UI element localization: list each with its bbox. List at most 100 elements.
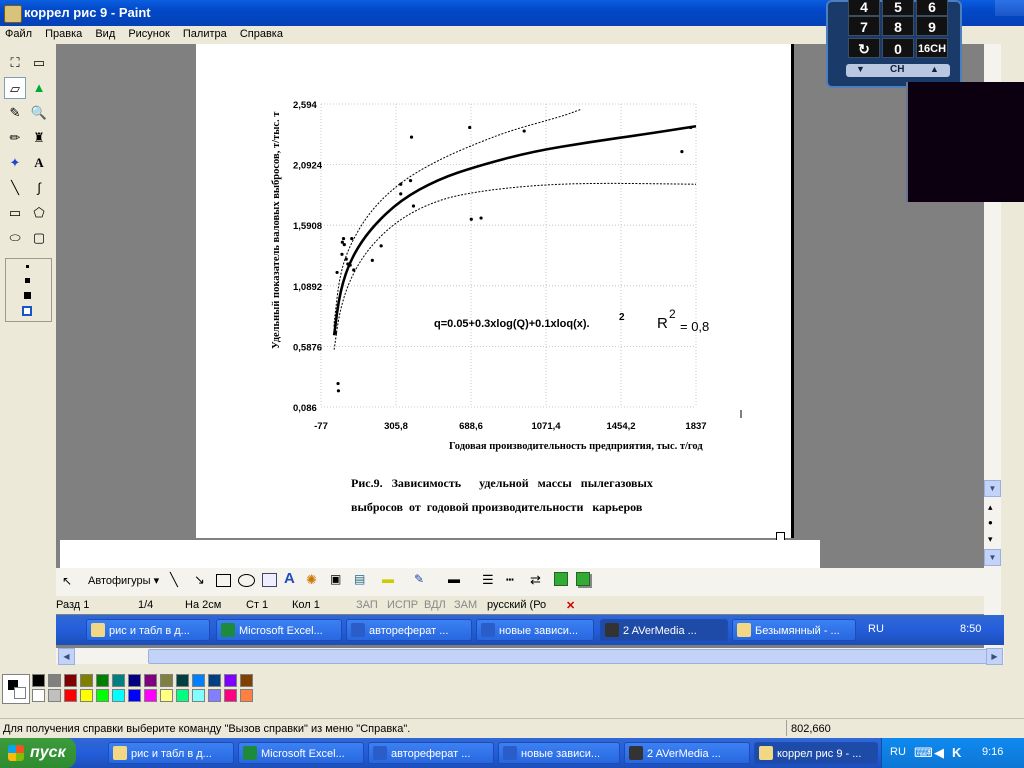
eraser-size-2[interactable] [25, 278, 30, 283]
palette-color-swatch[interactable] [208, 674, 221, 687]
palette-color-swatch[interactable] [48, 674, 61, 687]
pencil-tool[interactable]: ✏ [4, 127, 26, 149]
scroll-left-button[interactable]: ◀ [58, 648, 75, 665]
status-ovr[interactable]: ЗАМ [454, 599, 477, 611]
status-rec[interactable]: ЗАП [356, 599, 378, 611]
magnifier-tool[interactable]: 🔍 [28, 102, 50, 124]
language-indicator[interactable]: RU [890, 746, 906, 758]
task-avermedia[interactable]: 2 AVerMedia ... [624, 742, 750, 764]
eraser-tool[interactable]: ▱ [4, 77, 26, 99]
palette-color-swatch[interactable] [144, 674, 157, 687]
inner-task-excel[interactable]: Microsoft Excel... [216, 619, 342, 641]
rect-select-tool[interactable]: ▭ [28, 52, 50, 74]
palette-color-swatch[interactable] [176, 674, 189, 687]
clipart-icon[interactable]: ▣ [330, 572, 341, 586]
ellipse-tool[interactable]: ⬭ [4, 227, 26, 249]
menu-edit[interactable]: Правка [40, 26, 87, 40]
remote-key-6[interactable]: 6 [916, 0, 948, 16]
horizontal-scrollbar[interactable]: ◀ ▶ [56, 648, 1004, 665]
spelling-status-icon[interactable]: ✕ [566, 599, 575, 612]
select-arrow-icon[interactable]: ↖ [62, 574, 72, 588]
menu-colors[interactable]: Палитра [178, 26, 232, 40]
line-tool[interactable]: ╲ [4, 177, 26, 199]
palette-color-swatch[interactable] [192, 674, 205, 687]
airbrush-tool[interactable]: ✦ [4, 152, 26, 174]
remote-key-8[interactable]: 8 [882, 16, 914, 36]
palette-color-swatch[interactable] [32, 674, 45, 687]
autoshapes-menu[interactable]: Автофигуры ▾ [88, 574, 159, 587]
task-excel[interactable]: Microsoft Excel... [238, 742, 364, 764]
free-select-tool[interactable]: ⛶ [4, 52, 26, 74]
font-color-icon[interactable]: ▬ [448, 572, 460, 586]
inner-task-paint[interactable]: Безымянный - ... [732, 619, 856, 641]
palette-color-swatch[interactable] [128, 689, 141, 702]
inner-task-word-1[interactable]: автореферат ... [346, 619, 472, 641]
scroll-down-button-2[interactable]: ▼ [984, 549, 1001, 566]
color-picker-tool[interactable]: ✎ [4, 102, 26, 124]
inner-task-folder[interactable]: рис и табл в д... [86, 619, 210, 641]
rectangle-tool[interactable]: ▭ [4, 202, 26, 224]
remote-key-5[interactable]: 5 [882, 0, 914, 16]
task-word-2[interactable]: новые зависи... [498, 742, 620, 764]
back-icon[interactable]: ◀ [934, 745, 944, 761]
palette-color-swatch[interactable] [208, 689, 221, 702]
prev-page-icon[interactable]: ▴ [988, 502, 993, 513]
palette-color-swatch[interactable] [240, 674, 253, 687]
next-page-icon[interactable]: ▾ [988, 534, 993, 545]
inner-language-indicator[interactable]: RU [868, 623, 884, 635]
brush-tool[interactable]: ♜ [28, 127, 50, 149]
remote-key-7[interactable]: 7 [848, 16, 880, 36]
paint-app-icon[interactable] [4, 5, 22, 23]
palette-color-swatch[interactable] [240, 689, 253, 702]
line-style-icon[interactable]: ☰ [482, 572, 494, 588]
menu-view[interactable]: Вид [90, 26, 120, 40]
task-word-1[interactable]: автореферат ... [368, 742, 494, 764]
palette-color-swatch[interactable] [32, 689, 45, 702]
status-ext[interactable]: ВДЛ [424, 599, 446, 611]
video-preview-window[interactable] [906, 82, 1024, 202]
palette-color-swatch[interactable] [112, 674, 125, 687]
shadow-icon[interactable] [554, 572, 568, 586]
browse-object-icon[interactable]: ● [988, 518, 993, 527]
menu-help[interactable]: Справка [235, 26, 288, 40]
palette-color-swatch[interactable] [160, 674, 173, 687]
text-tool[interactable]: A [28, 152, 50, 174]
fill-color-icon[interactable]: ▬ [382, 572, 394, 586]
task-folder[interactable]: рис и табл в д... [108, 742, 234, 764]
arrow-style-icon[interactable]: ⇄ [530, 572, 541, 588]
palette-color-swatch[interactable] [192, 689, 205, 702]
3d-icon[interactable] [576, 572, 590, 586]
palette-color-swatch[interactable] [128, 674, 141, 687]
remote-refresh-key[interactable]: ↻ [848, 38, 880, 58]
picture-icon[interactable]: ▤ [354, 572, 365, 586]
arrow-icon[interactable]: ↘ [194, 572, 205, 588]
line-icon[interactable]: ╲ [170, 572, 178, 588]
scroll-down-button[interactable]: ▼ [984, 480, 1001, 497]
oval-icon[interactable] [238, 574, 255, 587]
palette-color-swatch[interactable] [160, 689, 173, 702]
fill-tool[interactable]: ▲ [28, 77, 50, 99]
palette-color-swatch[interactable] [80, 689, 93, 702]
palette-color-swatch[interactable] [224, 689, 237, 702]
textbox-icon[interactable] [262, 573, 277, 587]
horizontal-scroll-thumb[interactable] [148, 649, 988, 664]
palette-color-swatch[interactable] [48, 689, 61, 702]
remote-16ch-key[interactable]: 16CH [916, 38, 948, 58]
palette-color-swatch[interactable] [176, 689, 189, 702]
polygon-tool[interactable]: ⬠ [28, 202, 50, 224]
palette-color-swatch[interactable] [96, 674, 109, 687]
menu-image[interactable]: Рисунок [123, 26, 175, 40]
palette-color-swatch[interactable] [144, 689, 157, 702]
palette-color-swatch[interactable] [224, 674, 237, 687]
palette-color-swatch[interactable] [64, 674, 77, 687]
channel-down-icon[interactable]: ▼ [856, 64, 865, 74]
keyboard-icon[interactable]: ⌨ [914, 745, 933, 761]
palette-color-swatch[interactable] [80, 674, 93, 687]
rounded-rect-tool[interactable]: ▢ [28, 227, 50, 249]
line-color-icon[interactable]: ✎ [414, 572, 424, 586]
wordart-icon[interactable]: A [284, 570, 295, 587]
eraser-size-3[interactable] [24, 292, 31, 299]
rectangle-icon[interactable] [216, 574, 231, 587]
remote-key-0[interactable]: 0 [882, 38, 914, 58]
scroll-right-button[interactable]: ▶ [986, 648, 1003, 665]
